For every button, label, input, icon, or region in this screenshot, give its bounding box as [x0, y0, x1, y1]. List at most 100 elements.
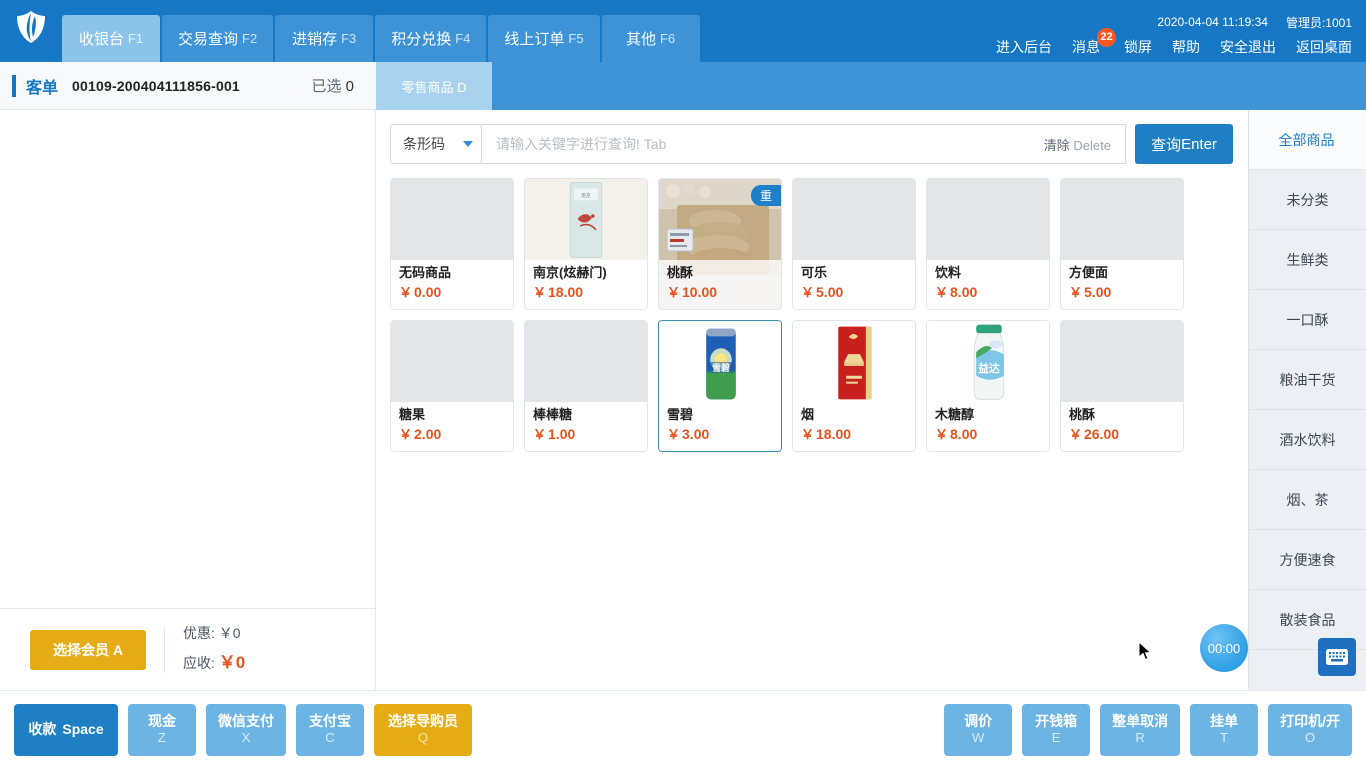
product-card[interactable]: 南京 南京(炫赫门) ￥ 18.00 — [524, 178, 648, 310]
nav-tab-label: 交易查询 — [178, 31, 239, 48]
keyboard-icon[interactable] — [1318, 638, 1356, 676]
product-name: 木糖醇 — [935, 407, 975, 422]
price-value: 3.00 — [682, 426, 710, 442]
category-item-uncategorized[interactable]: 未分类 — [1249, 170, 1366, 230]
nav-tab-cashier[interactable]: 收银台 F1 — [62, 15, 160, 62]
action-label: 开钱箱 — [1035, 712, 1078, 729]
product-card[interactable]: 无码商品 ￥ 0.00 — [390, 178, 514, 310]
product-card[interactable]: 雪碧 雪碧 ￥ 3.00 — [658, 320, 782, 452]
product-price: ￥ 5.00 — [1069, 282, 1175, 303]
nav-tab-label: 线上订单 — [504, 31, 565, 48]
operator-info: 管理员:1001 — [1285, 15, 1352, 30]
currency-symbol: ￥ — [533, 427, 547, 442]
product-card[interactable]: 桃酥 ￥ 26.00 — [1060, 320, 1184, 452]
category-item-fresh[interactable]: 生鲜类 — [1249, 230, 1366, 290]
tab-retail-goods[interactable]: 零售商品 D — [376, 62, 492, 110]
wechat-payment-button[interactable]: 微信支付 X — [206, 703, 286, 756]
category-item-all[interactable]: 全部商品 — [1249, 110, 1366, 170]
category-item-drinks[interactable]: 酒水饮料 — [1249, 410, 1366, 470]
product-card[interactable]: 糖果 ￥ 2.00 — [390, 320, 514, 452]
safe-logout-link[interactable]: 安全退出 — [1220, 37, 1276, 57]
currency-symbol: ￥ — [533, 285, 547, 300]
price-value: 18.00 — [816, 426, 852, 442]
category-item-instant-food[interactable]: 方便速食 — [1249, 530, 1366, 590]
header-status-line: 2020-04-04 11:19:34 管理员:1001 — [996, 14, 1352, 30]
category-item-yikousu[interactable]: 一口酥 — [1249, 290, 1366, 350]
messages-link[interactable]: 消息 22 — [1072, 28, 1116, 57]
open-cash-drawer-button[interactable]: 开钱箱 E — [1022, 703, 1091, 756]
lock-screen-link[interactable]: 锁屏 — [1124, 37, 1152, 57]
cancel-order-button[interactable]: 整单取消 R — [1100, 703, 1181, 756]
top-header-bar: 收银台 F1 交易查询 F2 进销存 F3 积分兑换 F4 线上订单 F5 其他 F6 20… — [0, 0, 1366, 62]
product-browser: 条形码 清除 Delete 查询Enter — [376, 110, 1248, 690]
product-card[interactable]: 重 桃酥 ￥ 10.00 — [658, 178, 782, 310]
query-button[interactable]: 查询 Enter — [1135, 124, 1233, 164]
help-link[interactable]: 帮助 — [1172, 37, 1200, 57]
product-price: ￥ 2.00 — [399, 424, 505, 445]
main-nav-tabs: 收银台 F1 交易查询 F2 进销存 F3 积分兑换 F4 线上订单 F5 其他 F6 — [62, 0, 700, 62]
adjust-price-button[interactable]: 调价 W — [944, 703, 1013, 756]
clear-search-button[interactable]: 清除 Delete — [1044, 135, 1111, 154]
clear-label: 清除 — [1043, 137, 1070, 153]
price-value: 1.00 — [548, 426, 576, 442]
bottom-action-bar: 收款 Space 现金 Z 微信支付 X 支付宝 C 选择导购员 Q 调价 W … — [0, 690, 1366, 768]
select-guide-button[interactable]: 选择导购员 Q — [374, 703, 472, 756]
product-image-red-cigarette-pack — [793, 321, 915, 402]
enter-backend-link[interactable]: 进入后台 — [996, 37, 1052, 57]
price-value: 5.00 — [816, 284, 844, 300]
session-timer-badge[interactable]: 00:00 — [1200, 624, 1248, 672]
product-name: 饮料 — [935, 265, 962, 280]
hold-order-button[interactable]: 挂单 T — [1190, 703, 1259, 756]
printer-toggle-button[interactable]: 打印机/开 O — [1268, 703, 1352, 756]
product-thumb-placeholder — [793, 179, 915, 260]
select-member-button[interactable]: 选择会员 A — [30, 629, 146, 670]
header-links: 进入后台 消息 22 锁屏 帮助 安全退出 返回桌面 — [996, 28, 1352, 58]
collect-payment-button[interactable]: 收款 Space — [14, 703, 118, 756]
product-image-cigarette-pack-teal: 南京 — [525, 179, 647, 260]
nav-tab-inventory[interactable]: 进销存 F3 — [275, 15, 374, 62]
product-name: 南京(炫赫门) — [533, 265, 607, 280]
receivable-currency: ￥ — [218, 652, 236, 672]
action-label: 打印机/开 — [1280, 712, 1340, 729]
nav-tab-points-exchange[interactable]: 积分兑换 F4 — [375, 15, 487, 62]
discount-value: ￥0 — [218, 625, 241, 642]
cash-payment-button[interactable]: 现金 Z — [128, 703, 196, 756]
order-items-list[interactable] — [0, 110, 375, 608]
product-card[interactable]: 可乐 ￥ 5.00 — [792, 178, 916, 310]
product-card[interactable]: 饮料 ￥ 8.00 — [926, 178, 1050, 310]
product-card[interactable]: 方便面 ￥ 5.00 — [1060, 178, 1184, 310]
search-bar: 条形码 清除 Delete 查询Enter — [376, 110, 1248, 174]
category-item-grain-oil-dry[interactable]: 粮油干货 — [1249, 350, 1366, 410]
action-key: Z — [158, 730, 166, 746]
product-price: ￥ 26.00 — [1069, 424, 1175, 445]
action-key: E — [1051, 730, 1061, 746]
svg-text:南京: 南京 — [581, 192, 591, 199]
search-type-value: 条形码 — [403, 136, 445, 152]
nav-tab-label: 其他 — [625, 31, 656, 48]
product-info: 可乐 ￥ 5.00 — [793, 260, 915, 309]
product-thumb-placeholder — [391, 321, 513, 402]
product-card[interactable]: 棒棒糖 ￥ 1.00 — [524, 320, 648, 452]
action-key: O — [1304, 730, 1316, 746]
nav-tab-online-orders[interactable]: 线上订单 F5 — [488, 15, 600, 62]
nav-tab-other[interactable]: 其他 F6 — [601, 15, 700, 62]
back-to-desktop-link[interactable]: 返回桌面 — [1296, 37, 1352, 57]
current-datetime: 2020-04-04 11:19:34 — [1157, 15, 1268, 29]
query-label: 查询 — [1151, 136, 1182, 154]
chevron-down-icon — [463, 141, 473, 147]
product-card[interactable]: 烟 ￥ 18.00 — [792, 320, 916, 452]
search-input[interactable] — [496, 136, 1044, 152]
nav-tab-transaction-query[interactable]: 交易查询 F2 — [162, 15, 274, 62]
alipay-payment-button[interactable]: 支付宝 C — [296, 703, 364, 756]
currency-symbol: ￥ — [667, 285, 681, 300]
action-label: 挂单 — [1210, 712, 1239, 729]
nav-tab-key: F6 — [659, 31, 676, 46]
search-type-select[interactable]: 条形码 — [390, 124, 482, 164]
product-thumb-placeholder — [1061, 321, 1183, 402]
product-name: 可乐 — [801, 265, 828, 280]
product-info: 雪碧 ￥ 3.00 — [659, 402, 781, 451]
category-item-tobacco-tea[interactable]: 烟、茶 — [1249, 470, 1366, 530]
product-info: 桃酥 ￥ 26.00 — [1061, 402, 1183, 451]
product-card[interactable]: 益达 木糖醇 ￥ 8.00 — [926, 320, 1050, 452]
nav-tab-label: 进销存 — [292, 31, 338, 48]
